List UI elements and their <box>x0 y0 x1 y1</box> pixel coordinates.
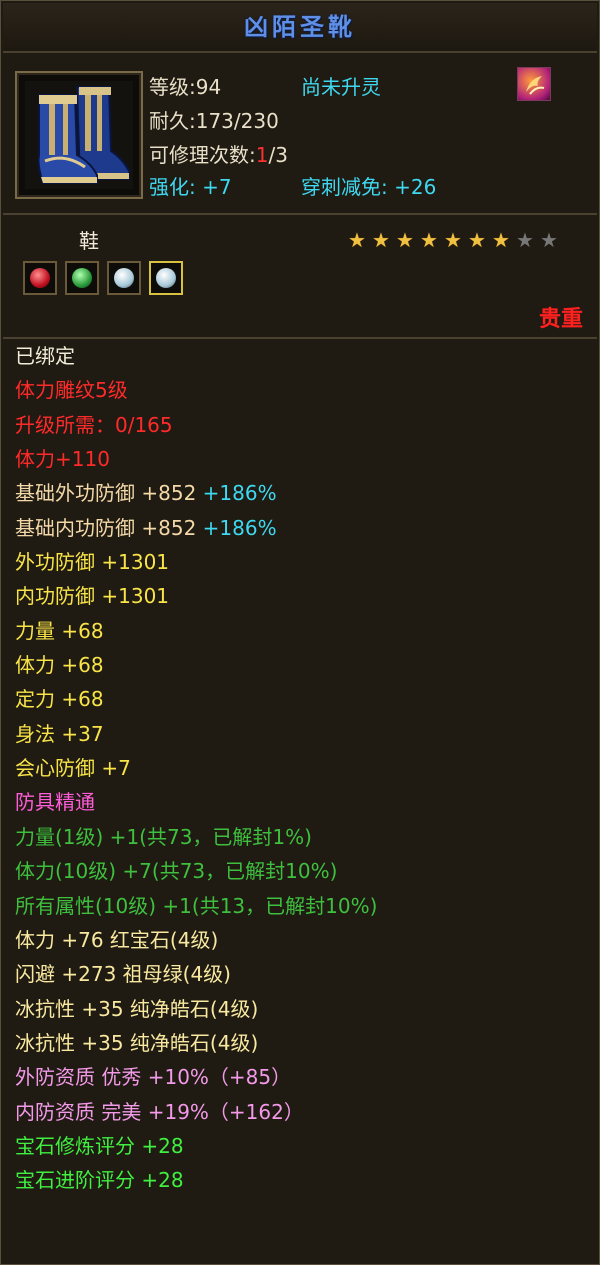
item-meta: 鞋 ★ ★ ★ ★ ★ ★ ★ ★ ★ 贵重 <box>3 215 597 339</box>
repair-used: 1 <box>255 143 269 167</box>
list-item: 闪避 +273 祖母绿(4级) <box>15 962 231 987</box>
star-filled-icon: ★ <box>492 228 510 252</box>
list-item: 内功防御 +1301 <box>15 584 170 609</box>
list-item: 力量(1级) +1(共73，已解封1%) <box>15 824 312 849</box>
list-item: 内防资质 完美 +19%（+162） <box>15 1099 304 1124</box>
list-item: 冰抗性 +35 纯净皓石(4级) <box>15 996 259 1021</box>
repair-total: /3 <box>268 143 288 167</box>
rarity-label: 贵重 <box>538 307 583 332</box>
star-filled-icon: ★ <box>468 228 486 252</box>
list-item: 所有属性(10级) +1(共13，已解封10%) <box>15 893 378 918</box>
attr-bonus: +186% <box>202 481 277 506</box>
boots-icon[interactable] <box>15 71 143 199</box>
list-item: 升级所需：0/165 <box>15 412 173 437</box>
list-item: 已绑定 <box>15 344 75 368</box>
white-gem-icon[interactable] <box>149 261 183 295</box>
list-item: 防具精通 <box>15 790 95 815</box>
list-item: 定力 +68 <box>15 687 104 712</box>
durability: 耐久:173/230 <box>149 109 279 133</box>
attr-text: 基础内功防御 +852 <box>15 515 197 540</box>
list-item: 体力+110 <box>15 447 110 472</box>
star-rating: ★ ★ ★ ★ ★ ★ ★ ★ ★ <box>345 229 561 251</box>
list-item: 体力 +76 红宝石(4级) <box>15 927 219 952</box>
item-name: 凶陌圣靴 <box>244 12 356 41</box>
item-type: 鞋 <box>79 229 99 253</box>
list-item: 冰抗性 +35 纯净皓石(4级) <box>15 1030 259 1055</box>
star-filled-icon: ★ <box>396 228 414 252</box>
attr-text: 基础外功防御 +852 <box>15 481 197 506</box>
attr-bonus: +186% <box>202 515 277 540</box>
list-item: 身法 +37 <box>15 721 104 746</box>
list-item: 外防资质 优秀 +10%（+85） <box>15 1065 292 1090</box>
item-header: 等级:94 尚未升灵 耐久:173/230 可修理次数:1/3 强化: +7 穿… <box>3 53 597 215</box>
repair-label: 可修理次数: <box>149 143 256 167</box>
list-item: 外功防御 +1301 <box>15 550 170 575</box>
spirit-status: 尚未升灵 <box>301 75 381 99</box>
enhance-level: 强化: +7 <box>149 175 232 199</box>
list-item: 宝石进阶评分 +28 <box>15 1168 184 1193</box>
list-item: 基础外功防御 +852 +186% <box>3 476 597 510</box>
white-gem-icon[interactable] <box>107 261 141 295</box>
red-gem-icon[interactable] <box>23 261 57 295</box>
list-item: 基础内功防御 +852 +186% <box>3 511 597 545</box>
item-tooltip: 凶陌圣靴 等级:94 尚未升灵 耐久:173/230 可修理次数:1/3 强化:… <box>0 0 600 1265</box>
star-filled-icon: ★ <box>372 228 390 252</box>
list-item: 宝石修炼评分 +28 <box>15 1133 184 1158</box>
gem-slots <box>23 261 191 299</box>
item-level: 等级:94 <box>149 75 222 99</box>
star-filled-icon: ★ <box>348 228 366 252</box>
star-filled-icon: ★ <box>444 228 462 252</box>
list-item: 力量 +68 <box>15 618 104 643</box>
attribute-list: 已绑定 体力雕纹5级 升级所需：0/165 体力+110 基础外功防御 +852… <box>3 339 597 1198</box>
list-item: 体力(10级) +7(共73，已解封10%) <box>15 859 338 884</box>
title-bar: 凶陌圣靴 <box>3 3 597 53</box>
repair-count: 可修理次数:1/3 <box>149 143 288 167</box>
pierce-reduction: 穿刺减免: +26 <box>301 175 437 199</box>
spirit-icon[interactable] <box>517 67 551 101</box>
list-item: 会心防御 +7 <box>15 756 131 781</box>
green-gem-icon[interactable] <box>65 261 99 295</box>
star-empty-icon: ★ <box>540 228 558 252</box>
list-item: 体力雕纹5级 <box>15 378 128 403</box>
star-filled-icon: ★ <box>420 228 438 252</box>
list-item: 体力 +68 <box>15 653 104 678</box>
star-empty-icon: ★ <box>516 228 534 252</box>
